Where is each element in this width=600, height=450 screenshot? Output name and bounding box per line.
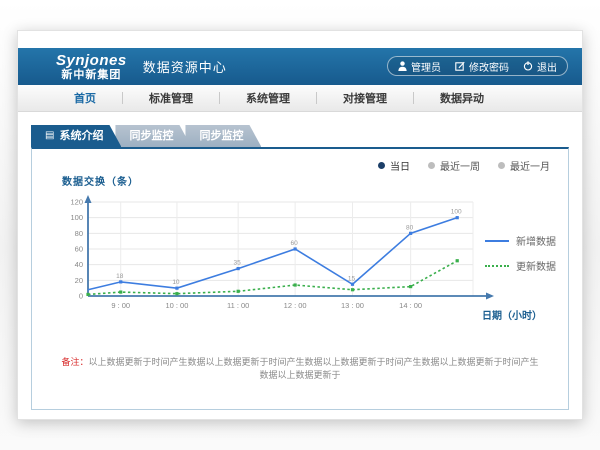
tab-2[interactable]: 同步监控 — [185, 125, 261, 147]
tab-label: 同步监控 — [199, 125, 243, 147]
radio-dot-icon — [378, 162, 385, 169]
svg-text:14 : 00: 14 : 00 — [399, 301, 422, 310]
svg-text:10 : 00: 10 : 00 — [165, 301, 188, 310]
user-controls: 管理员 修改密码 退出 — [387, 56, 568, 76]
range-radio-0[interactable]: 当日 — [378, 158, 410, 173]
svg-text:13 : 00: 13 : 00 — [341, 301, 364, 310]
change-password-label: 修改密码 — [469, 59, 509, 74]
svg-text:20: 20 — [75, 276, 83, 285]
tab-bar: ▤ 系统介绍 同步监控 同步监控 — [31, 125, 582, 147]
logout-label: 退出 — [537, 59, 557, 74]
legend-label: 新增数据 — [516, 233, 556, 248]
radio-dot-icon — [498, 162, 505, 169]
main-nav: 首页标准管理系统管理对接管理数据异动 — [18, 85, 582, 112]
user-icon — [398, 61, 407, 71]
content-panel: 当日 最近一周 最近一月 数据交换（条） 0 20 40 60 80 100 120 9 : 00… — [31, 147, 569, 410]
radio-label: 最近一周 — [440, 158, 480, 173]
chart-legend: 新增数据更新数据 — [485, 233, 556, 273]
svg-text:80: 80 — [406, 224, 414, 231]
svg-text:100: 100 — [70, 213, 83, 222]
page-top-strip — [18, 31, 582, 48]
line-chart: 0 20 40 60 80 100 120 9 : 00 10 : 00 11 : 00 12 : … — [54, 191, 506, 322]
svg-text:9 : 00: 9 : 00 — [111, 301, 130, 310]
nav-item-1[interactable]: 标准管理 — [123, 90, 219, 106]
svg-text:12 : 00: 12 : 00 — [284, 301, 307, 310]
tab-label: 系统介绍 — [59, 125, 103, 147]
svg-text:120: 120 — [70, 198, 83, 207]
svg-text:0: 0 — [79, 292, 83, 301]
range-radio-1[interactable]: 最近一周 — [428, 158, 480, 173]
footnote: 备注：以上数据更新于时间产生数据以上数据更新于时间产生数据以上数据更新于时间产生… — [32, 355, 568, 381]
browser-page: Synjones 新中新集团 数据资源中心 管理员 修改密码 退出 首页标准管理… — [17, 30, 583, 420]
power-icon — [523, 61, 533, 71]
svg-text:15: 15 — [348, 275, 356, 282]
time-range-options: 当日 最近一周 最近一月 — [378, 158, 550, 173]
legend-item: 更新数据 — [485, 258, 556, 273]
tab-1[interactable]: 同步监控 — [115, 125, 191, 147]
edit-icon — [455, 61, 465, 71]
legend-item: 新增数据 — [485, 233, 556, 248]
x-axis-title: 日期（小时） — [482, 307, 542, 322]
svg-text:35: 35 — [234, 260, 242, 267]
document-icon: ▤ — [45, 131, 54, 141]
radio-label: 最近一月 — [510, 158, 550, 173]
svg-text:80: 80 — [75, 229, 83, 238]
app-header: Synjones 新中新集团 数据资源中心 管理员 修改密码 退出 — [18, 48, 582, 85]
svg-text:10: 10 — [172, 279, 180, 286]
svg-text:18: 18 — [116, 273, 124, 280]
tab-label: 同步监控 — [129, 125, 173, 147]
logo: Synjones 新中新集团 — [56, 53, 127, 81]
legend-line-sample — [485, 265, 509, 267]
logo-subtext: 新中新集团 — [56, 70, 127, 81]
footnote-label: 备注： — [61, 357, 88, 367]
nav-item-3[interactable]: 对接管理 — [317, 90, 413, 106]
nav-item-0[interactable]: 首页 — [48, 90, 122, 106]
range-radio-2[interactable]: 最近一月 — [498, 158, 550, 173]
radio-label: 当日 — [390, 158, 410, 173]
user-button[interactable]: 管理员 — [398, 59, 441, 74]
svg-text:40: 40 — [75, 260, 83, 269]
page-title: 数据资源中心 — [143, 57, 227, 76]
user-label: 管理员 — [411, 59, 441, 74]
svg-text:11 : 00: 11 : 00 — [227, 301, 249, 310]
svg-text:60: 60 — [75, 245, 83, 254]
legend-line-sample — [485, 240, 509, 242]
change-password-button[interactable]: 修改密码 — [455, 59, 509, 74]
svg-text:100: 100 — [451, 209, 462, 216]
logout-button[interactable]: 退出 — [523, 59, 557, 74]
svg-text:60: 60 — [291, 240, 299, 247]
legend-label: 更新数据 — [516, 258, 556, 273]
logo-text: Synjones — [56, 53, 127, 68]
y-axis-title: 数据交换（条） — [62, 173, 139, 188]
nav-item-2[interactable]: 系统管理 — [220, 90, 316, 106]
radio-dot-icon — [428, 162, 435, 169]
footnote-text: 以上数据更新于时间产生数据以上数据更新于时间产生数据以上数据更新于时间产生数据以… — [89, 357, 539, 380]
nav-item-4[interactable]: 数据异动 — [414, 90, 510, 106]
tab-0[interactable]: ▤ 系统介绍 — [31, 125, 121, 147]
content-area: ▤ 系统介绍 同步监控 同步监控 当日 最近一周 最近一月 数据交换（条） 0 20 40 60… — [18, 112, 582, 410]
